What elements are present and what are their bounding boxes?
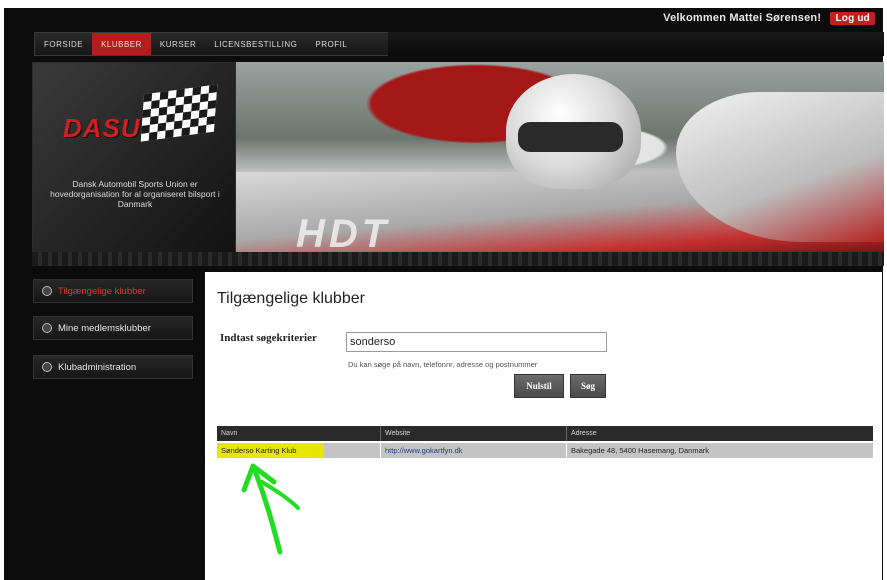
club-website-link[interactable]: http://www.gokartfyn.dk (385, 446, 463, 455)
sidebar-item-label: Mine medlemsklubber (58, 322, 151, 334)
annotation-arrow-icon (241, 463, 300, 555)
main-nav: Forside Klubber Kurser Licensbestilling … (34, 32, 390, 56)
nav-filler (388, 32, 884, 56)
helmet-visor (518, 122, 623, 152)
nav-item-licensbestilling[interactable]: Licensbestilling (205, 33, 306, 55)
nav-item-klubber[interactable]: Klubber (92, 33, 151, 55)
welcome-text: Velkommen Mattei Sørensen! (663, 12, 822, 24)
sidebar-item-label: Tilgængelige klubber (58, 285, 146, 297)
radio-bullet-icon (42, 323, 52, 333)
nav-item-forside[interactable]: Forside (35, 33, 92, 55)
banner-divider (32, 252, 884, 266)
nav-item-kurser[interactable]: Kurser (151, 33, 205, 55)
search-label: Indtast søgekriterier (220, 332, 317, 344)
table-header: Navn Website Adresse (217, 426, 873, 441)
banner-photo-race-car: HDT (236, 62, 884, 252)
column-header-address[interactable]: Adresse (567, 426, 873, 441)
welcome-bar: Velkommen Mattei Sørensen! Log ud (663, 12, 875, 25)
table-row: Sønderso Karting Klub http://www.gokartf… (217, 443, 873, 458)
logout-button[interactable]: Log ud (830, 12, 875, 25)
cell-club-name: Sønderso Karting Klub (217, 443, 381, 458)
sidebar-item-my-member-clubs[interactable]: Mine medlemsklubber (33, 316, 193, 340)
cell-website: http://www.gokartfyn.dk (381, 443, 567, 458)
reset-button[interactable]: Nulstil (514, 374, 564, 398)
banner-logo-panel: DASU Dansk Automobil Sports Union er hov… (32, 62, 236, 254)
car-decal: HDT (296, 212, 391, 252)
page-title: Tilgængelige klubber (217, 290, 365, 307)
sidebar-item-available-clubs[interactable]: Tilgængelige klubber (33, 279, 193, 303)
column-header-name[interactable]: Navn (217, 426, 381, 441)
radio-bullet-icon (42, 286, 52, 296)
screenshot-frame: Velkommen Mattei Sørensen! Log ud Forsid… (0, 0, 887, 580)
checkered-flag-icon (140, 84, 218, 142)
nav-item-profil[interactable]: Profil (306, 33, 356, 55)
search-hint: Du kan søge på navn, telefonnr, adresse … (348, 360, 538, 369)
cell-address: Bakegade 48, 5400 Hasemang, Danmark (571, 446, 710, 455)
club-name-link[interactable]: Sønderso Karting Klub (221, 446, 296, 455)
search-input[interactable] (346, 332, 607, 352)
dasu-logo: DASU (63, 113, 141, 143)
banner-description: Dansk Automobil Sports Union er hovedorg… (50, 179, 220, 209)
sidebar-item-club-admin[interactable]: Klubadministration (33, 355, 193, 379)
sidebar-item-label: Klubadministration (58, 361, 137, 373)
search-button[interactable]: Søg (570, 374, 606, 398)
column-header-website[interactable]: Website (381, 426, 567, 441)
radio-bullet-icon (42, 362, 52, 372)
results-table: Navn Website Adresse Sønderso Karting Kl… (217, 426, 873, 458)
